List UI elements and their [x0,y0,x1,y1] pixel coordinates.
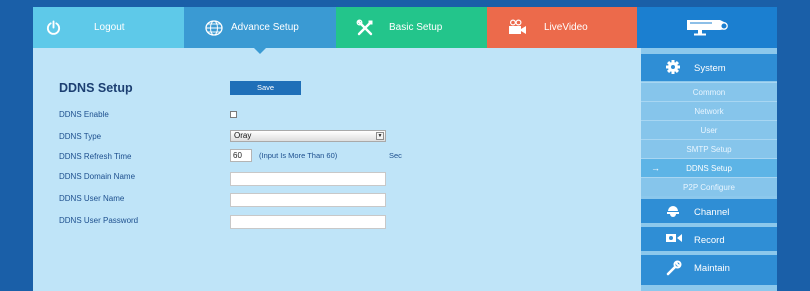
app-frame: Logout Advance Setup Basic Setup LiveVid… [33,7,777,291]
dropdown-arrow-icon: ▼ [376,132,384,140]
logout-label: Logout [94,22,125,33]
ddns-refresh-input[interactable]: 60 [230,149,252,162]
ddns-username-input[interactable] [230,193,386,207]
camera-icon [505,7,529,48]
ddns-type-value: Oray [234,131,252,140]
camera-logo-icon [684,15,730,40]
arrow-right-icon: → [651,163,660,173]
sidebar-item-user[interactable]: User [641,120,777,139]
advance-setup-tab[interactable]: Advance Setup [184,7,336,54]
advance-setup-label: Advance Setup [231,22,299,33]
active-tab-caret [254,48,266,54]
sidebar-section-maintain[interactable]: Maintain [641,253,777,285]
ddns-password-input[interactable] [230,215,386,229]
ddns-refresh-unit: Sec [389,151,402,160]
ddns-domain-label: DDNS Domain Name [59,172,136,181]
page-title: DDNS Setup [59,81,133,95]
ddns-username-label: DDNS User Name [59,194,125,203]
ddns-type-label: DDNS Type [59,132,102,141]
sidebar-item-ddns-label: DDNS Setup [686,164,732,173]
sidebar-item-network[interactable]: Network [641,101,777,120]
ddns-form-panel: DDNS Setup Save DDNS Enable DDNS Type Or… [33,48,637,291]
power-icon [33,7,73,48]
ddns-type-select[interactable]: Oray ▼ [230,130,386,142]
sidebar: System Common Network User SMTP Setup → … [641,48,777,291]
record-label: Record [694,235,725,246]
sidebar-item-common[interactable]: Common [641,82,777,101]
save-button[interactable]: Save [230,81,301,95]
ddns-refresh-hint: (Input Is More Than 60) [259,151,338,160]
maintain-label: Maintain [694,263,730,274]
wrench-icon [666,260,682,279]
sidebar-section-channel[interactable]: Channel [641,197,777,223]
sidebar-item-smtp-setup[interactable]: SMTP Setup [641,139,777,158]
sidebar-section-record[interactable]: Record [641,225,777,251]
ddns-enable-checkbox[interactable] [230,111,237,118]
top-nav: Logout Advance Setup Basic Setup LiveVid… [33,7,777,54]
ddns-refresh-label: DDNS Refresh Time [59,152,132,161]
ddns-password-label: DDNS User Password [59,216,139,225]
sidebar-item-p2p-configure[interactable]: P2P Configure [641,177,777,196]
system-label: System [694,63,726,74]
dome-camera-icon [666,204,680,221]
ddns-enable-label: DDNS Enable [59,110,109,119]
channel-label: Channel [694,207,730,218]
live-video-tab[interactable]: LiveVideo [487,7,637,48]
gear-icon [666,60,680,77]
logout-tab[interactable]: Logout [33,7,184,48]
sidebar-section-system[interactable]: System [641,54,777,81]
basic-setup-label: Basic Setup [389,22,443,33]
globe-icon [202,7,226,48]
ddns-domain-input[interactable] [230,172,386,186]
brand-logo [637,7,777,48]
basic-setup-tab[interactable]: Basic Setup [336,7,487,48]
video-camera-icon [666,232,682,247]
live-video-label: LiveVideo [544,22,588,33]
tools-icon [353,7,377,48]
sidebar-item-ddns-setup[interactable]: → DDNS Setup [641,158,777,177]
